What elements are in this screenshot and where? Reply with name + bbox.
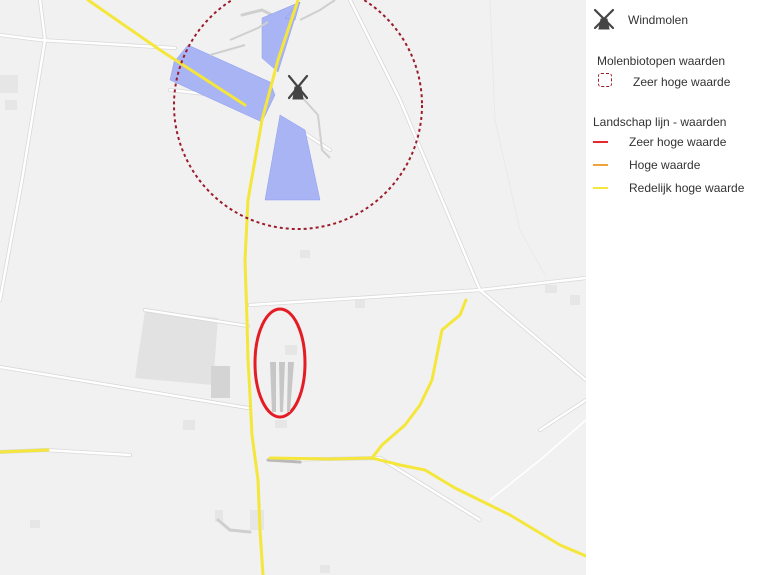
map-legend: Windmolen Molenbiotopen waarden Zeer hog… [586,0,766,575]
windmill-icon [593,8,615,30]
legend-biotope-item: Zeer hoge waarde [633,75,731,89]
legend-line-red [593,141,608,143]
legend-line-orange [593,164,608,166]
legend-line-yellow [593,187,608,189]
legend-landscape-item-1: Zeer hoge waarde [629,135,727,149]
map-view[interactable] [0,0,586,575]
legend-windmill-label: Windmolen [628,13,689,27]
windmill-legend-symbol [593,8,615,30]
legend-landscape-title: Landschap lijn - waarden [593,115,727,129]
map-canvas[interactable] [0,0,586,575]
biotope-dashed-symbol [598,73,612,87]
legend-landscape-item-2: Hoge waarde [629,158,701,172]
legend-landscape-item-3: Redelijk hoge waarde [629,181,745,195]
legend-biotope-title: Molenbiotopen waarden [597,54,726,68]
field-strips [270,362,294,412]
